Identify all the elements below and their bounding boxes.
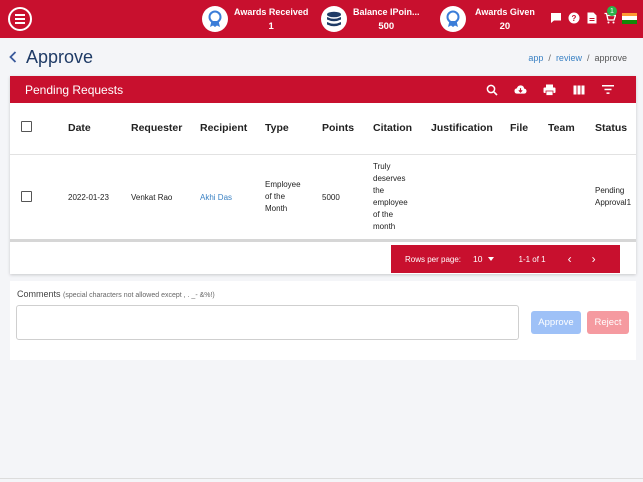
table-header-row: Date Requester Recipient Type Points Cit…: [10, 103, 636, 155]
status-line: Pending: [595, 186, 625, 196]
cell-date: 2022-01-23: [68, 192, 109, 202]
balance-points-value: 500: [378, 20, 395, 32]
comments-panel: Comments (special characters not allowed…: [10, 281, 636, 360]
citation-line: month: [373, 222, 396, 232]
breadcrumb-app-link[interactable]: app: [528, 53, 543, 63]
balance-points-label: Balance IPoin...: [353, 6, 420, 17]
award-ribbon-icon: [440, 6, 466, 32]
citation-line: employee: [373, 198, 408, 208]
cell-requester: Venkat Rao: [131, 192, 173, 202]
rows-per-page-value: 10: [473, 254, 483, 264]
awards-given-value: 20: [499, 20, 511, 32]
page-header: Approve app / review / approve: [0, 38, 643, 76]
divider: [0, 478, 643, 479]
search-icon[interactable]: [485, 83, 498, 96]
balance-points-stat[interactable]: Balance IPoin... 500: [321, 4, 420, 34]
reject-button[interactable]: Reject: [587, 311, 629, 334]
column-header-requester[interactable]: Requester: [131, 103, 200, 155]
card-title: Pending Requests: [25, 82, 124, 97]
top-bar: Awards Received 1 Balance IPoin... 500 A…: [0, 0, 643, 38]
approve-button[interactable]: Approve: [531, 311, 581, 334]
status-line: Approval1: [595, 198, 632, 208]
type-line: Month: [265, 204, 288, 214]
help-icon[interactable]: ?: [568, 12, 580, 24]
column-header-status[interactable]: Status: [595, 103, 636, 155]
page-title: Approve: [26, 47, 94, 67]
cell-team: [548, 154, 595, 240]
chat-icon[interactable]: [550, 12, 562, 24]
breadcrumb-current: approve: [594, 53, 627, 63]
back-arrow-icon[interactable]: [9, 51, 17, 64]
column-header-points[interactable]: Points: [322, 103, 373, 155]
cell-file: [510, 154, 548, 240]
menu-icon[interactable]: [8, 7, 32, 31]
rows-per-page-label: Rows per page:: [405, 254, 462, 264]
breadcrumb-review-link[interactable]: review: [556, 53, 582, 63]
comments-hint: (special characters not allowed except ,…: [63, 292, 215, 299]
citation-line: deserves: [373, 174, 406, 184]
card-header: Pending Requests: [10, 76, 636, 103]
filter-icon[interactable]: [601, 83, 614, 96]
print-icon[interactable]: [543, 83, 556, 96]
previous-page-button[interactable]: ‹: [568, 252, 572, 266]
citation-line: Truly: [373, 162, 391, 172]
cell-points: 5000: [322, 192, 340, 202]
select-all-checkbox[interactable]: [21, 121, 32, 133]
cell-type: Employee of the Month: [265, 154, 322, 240]
pagination-bar: Rows per page: 10 1-1 of 1 ‹ ›: [391, 245, 620, 273]
cart-count-badge: 1: [607, 6, 617, 16]
citation-line: the: [373, 186, 385, 196]
comments-textarea[interactable]: [16, 305, 519, 340]
table-row[interactable]: 2022-01-23 Venkat Rao Akhi Das Employee …: [10, 154, 636, 240]
india-flag-icon[interactable]: [622, 12, 637, 24]
column-header-citation[interactable]: Citation: [373, 103, 431, 155]
cell-citation: Truly deserves the employee of the month: [373, 154, 431, 240]
comments-label: Comments (special characters not allowed…: [17, 289, 215, 299]
citation-line: of the: [373, 210, 394, 220]
svg-text:?: ?: [572, 14, 577, 23]
column-header-justification[interactable]: Justification: [431, 103, 510, 155]
cloud-download-icon[interactable]: [514, 83, 527, 96]
requests-table: Date Requester Recipient Type Points Cit…: [10, 103, 636, 240]
recipient-link[interactable]: Akhi Das: [200, 154, 265, 240]
column-header-file[interactable]: File: [510, 103, 548, 155]
view-columns-icon[interactable]: [572, 83, 585, 96]
awards-received-stat[interactable]: Awards Received 1: [202, 4, 308, 34]
cart-icon[interactable]: 1: [604, 6, 617, 24]
breadcrumb: app / review / approve: [528, 53, 627, 63]
column-header-recipient[interactable]: Recipient: [200, 103, 265, 155]
type-line: Employee: [265, 180, 301, 190]
breadcrumb-separator: /: [548, 53, 551, 63]
column-header-date[interactable]: Date: [68, 103, 131, 155]
rows-per-page-select[interactable]: 10: [473, 254, 494, 264]
awards-received-label: Awards Received: [234, 6, 309, 17]
awards-given-stat[interactable]: Awards Given 20: [440, 4, 535, 34]
breadcrumb-separator: /: [586, 53, 590, 63]
awards-given-label: Awards Given: [475, 6, 535, 17]
next-page-button[interactable]: ›: [592, 252, 596, 266]
pagination-range: 1-1 of 1: [518, 254, 546, 264]
comments-label-text: Comments: [17, 289, 61, 299]
cell-justification: [431, 154, 510, 240]
chevron-down-icon: [487, 257, 494, 261]
award-ribbon-icon: [202, 6, 228, 32]
column-header-type[interactable]: Type: [265, 103, 322, 155]
row-checkbox[interactable]: [21, 190, 32, 202]
awards-received-value: 1: [268, 20, 274, 32]
cell-status: Pending Approval1: [595, 154, 636, 240]
type-line: of the: [265, 192, 286, 202]
pending-requests-card: Pending Requests Date Requester Recipien…: [10, 76, 636, 274]
column-header-team[interactable]: Team: [548, 103, 595, 155]
document-icon[interactable]: [586, 12, 598, 24]
coin-stack-icon: [321, 6, 347, 32]
horizontal-scrollbar[interactable]: [10, 239, 636, 242]
